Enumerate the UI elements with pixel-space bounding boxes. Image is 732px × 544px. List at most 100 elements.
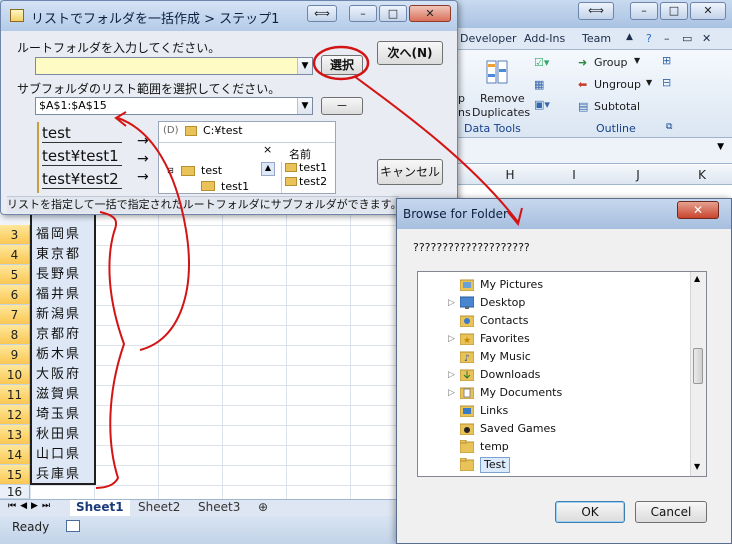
row-header[interactable]: 15 bbox=[0, 465, 30, 485]
folder-item[interactable]: ♪ My Music bbox=[418, 348, 690, 366]
group-icon[interactable]: ➜ bbox=[578, 56, 587, 69]
cell-value[interactable]: 福岡県 bbox=[36, 225, 81, 245]
show-detail-icon[interactable]: ⊞ bbox=[662, 54, 671, 67]
form-minimize-button[interactable]: – bbox=[349, 5, 377, 22]
row-header[interactable]: 14 bbox=[0, 445, 30, 465]
cell-value[interactable]: 長野県 bbox=[36, 265, 81, 285]
collapse-range-button[interactable]: － bbox=[321, 97, 363, 115]
data-validation-icon[interactable]: ☑▾ bbox=[534, 56, 549, 69]
folder-tree[interactable]: My Pictures ▷ Desktop Contacts ▷ ★ Favor… bbox=[417, 271, 707, 477]
group-dropdown-icon[interactable]: ▼ bbox=[634, 56, 640, 65]
scroll-down-icon[interactable]: ▼ bbox=[694, 462, 700, 471]
sheet-tab-1[interactable]: Sheet1 bbox=[70, 500, 130, 516]
what-if-icon[interactable]: ▣▾ bbox=[534, 98, 550, 111]
restore-arrows-button[interactable]: ⟺ bbox=[578, 2, 614, 20]
row-header[interactable]: 13 bbox=[0, 425, 30, 445]
excel-close-button[interactable]: ✕ bbox=[690, 2, 726, 20]
macro-record-icon[interactable] bbox=[66, 520, 80, 532]
dialog-close-button[interactable]: ✕ bbox=[677, 201, 719, 219]
window-minimize-icon[interactable]: – bbox=[664, 32, 670, 45]
window-restore-icon[interactable]: ▭ bbox=[682, 32, 692, 45]
new-sheet-icon[interactable]: ⊕ bbox=[252, 500, 274, 516]
window-close-icon[interactable]: ✕ bbox=[702, 32, 711, 45]
folder-item-selected[interactable]: Test bbox=[418, 456, 690, 474]
hide-detail-icon[interactable]: ⊟ bbox=[662, 76, 671, 89]
row-header[interactable]: 12 bbox=[0, 405, 30, 425]
scroll-up-icon[interactable]: ▲ bbox=[694, 274, 700, 283]
formula-expand-icon[interactable]: ▼ bbox=[717, 142, 724, 152]
cell-value[interactable]: 新潟県 bbox=[36, 305, 81, 325]
ok-button[interactable]: OK bbox=[555, 501, 625, 523]
column-header-i[interactable]: I bbox=[544, 168, 604, 182]
remove-duplicates-label-1[interactable]: Remove bbox=[480, 92, 525, 105]
sheet-tab-2[interactable]: Sheet2 bbox=[132, 500, 186, 516]
remove-duplicates-icon[interactable] bbox=[486, 60, 508, 86]
scrollbar-thumb[interactable] bbox=[693, 348, 703, 384]
cancel-button[interactable]: キャンセル bbox=[377, 159, 443, 185]
ungroup-button[interactable]: Ungroup bbox=[594, 78, 641, 91]
folder-item[interactable]: Links bbox=[418, 402, 690, 420]
expand-arrow-icon[interactable]: ▷ bbox=[448, 366, 455, 384]
row-header[interactable]: 3 bbox=[0, 225, 30, 245]
subtotal-button[interactable]: Subtotal bbox=[594, 100, 640, 113]
sheet-tab-3[interactable]: Sheet3 bbox=[192, 500, 246, 516]
expand-arrow-icon[interactable]: ▷ bbox=[448, 294, 455, 312]
chevron-down-icon[interactable]: ▼ bbox=[297, 58, 312, 74]
folder-item[interactable]: ▷ My Documents bbox=[418, 384, 690, 402]
cell-value[interactable]: 兵庫県 bbox=[36, 465, 81, 485]
expand-arrow-icon[interactable]: ▷ bbox=[448, 330, 455, 348]
cell-value[interactable]: 埼玉県 bbox=[36, 405, 81, 425]
form-close-button[interactable]: ✕ bbox=[409, 5, 451, 22]
column-header-j[interactable]: J bbox=[608, 168, 668, 182]
dialog-cancel-button[interactable]: Cancel bbox=[635, 501, 707, 523]
remove-duplicates-label-2[interactable]: Duplicates bbox=[472, 106, 530, 119]
outline-dialog-launcher-icon[interactable]: ⧉ bbox=[666, 122, 672, 132]
subtotal-icon[interactable]: ▤ bbox=[578, 100, 588, 113]
row-header[interactable]: 8 bbox=[0, 325, 30, 345]
folder-item[interactable]: My Pictures bbox=[418, 276, 690, 294]
selected-range[interactable]: 福岡県 東京都 長野県 福井県 新潟県 京都府 栃木県 大阪府 滋賀県 埼玉県 … bbox=[30, 185, 96, 485]
row-header[interactable]: 6 bbox=[0, 285, 30, 305]
consolidate-icon[interactable]: ▦ bbox=[534, 78, 544, 91]
root-folder-combobox[interactable]: ▼ bbox=[35, 57, 313, 75]
excel-minimize-button[interactable]: – bbox=[630, 2, 658, 20]
cell-value[interactable]: 滋賀県 bbox=[36, 385, 81, 405]
cell-value[interactable]: 東京都 bbox=[36, 245, 81, 265]
range-refedit[interactable]: $A$1:$A$15 ▼ bbox=[35, 97, 313, 115]
tab-add-ins[interactable]: Add-Ins bbox=[524, 32, 565, 45]
form-restore-arrows-button[interactable]: ⟺ bbox=[307, 5, 337, 22]
row-header[interactable]: 16 bbox=[0, 485, 30, 499]
tab-developer[interactable]: Developer bbox=[460, 32, 517, 45]
ungroup-icon[interactable]: ⬅ bbox=[578, 78, 587, 91]
sheet-nav-arrows-icon[interactable]: ⏮◀▶⏭ bbox=[8, 501, 54, 511]
cell-value[interactable]: 栃木県 bbox=[36, 345, 81, 365]
select-folder-button[interactable]: 選択 bbox=[321, 55, 363, 75]
cell-value[interactable]: 大阪府 bbox=[36, 365, 81, 385]
folder-item[interactable]: ▷ Downloads bbox=[418, 366, 690, 384]
folder-item[interactable]: ▷ ★ Favorites bbox=[418, 330, 690, 348]
excel-maximize-button[interactable]: □ bbox=[660, 2, 688, 20]
next-button[interactable]: 次へ(N) bbox=[377, 41, 443, 65]
folder-tree-scrollbar[interactable]: ▲ ▼ bbox=[690, 272, 706, 476]
cell-value[interactable]: 山口県 bbox=[36, 445, 81, 465]
ribbon-collapse-icon[interactable]: ▲ bbox=[626, 32, 633, 42]
column-header-h[interactable]: H bbox=[480, 168, 540, 182]
help-icon[interactable]: ? bbox=[646, 32, 652, 45]
chevron-down-icon[interactable]: ▼ bbox=[297, 98, 312, 114]
cell-value[interactable]: 秋田県 bbox=[36, 425, 81, 445]
row-header[interactable]: 5 bbox=[0, 265, 30, 285]
folder-item[interactable]: Saved Games bbox=[418, 420, 690, 438]
row-header[interactable]: 10 bbox=[0, 365, 30, 385]
group-button[interactable]: Group bbox=[594, 56, 628, 69]
row-header[interactable]: 11 bbox=[0, 385, 30, 405]
tab-team[interactable]: Team bbox=[582, 32, 611, 45]
row-header[interactable]: 4 bbox=[0, 245, 30, 265]
column-header-k[interactable]: K bbox=[672, 168, 732, 182]
folder-item[interactable]: ▷ Desktop bbox=[418, 294, 690, 312]
form-maximize-button[interactable]: □ bbox=[379, 5, 407, 22]
cell-value[interactable]: 福井県 bbox=[36, 285, 81, 305]
expand-arrow-icon[interactable]: ▷ bbox=[448, 384, 455, 402]
formula-bar[interactable]: ▼ bbox=[458, 138, 732, 164]
folder-item[interactable]: Contacts bbox=[418, 312, 690, 330]
folder-item[interactable]: temp bbox=[418, 438, 690, 456]
